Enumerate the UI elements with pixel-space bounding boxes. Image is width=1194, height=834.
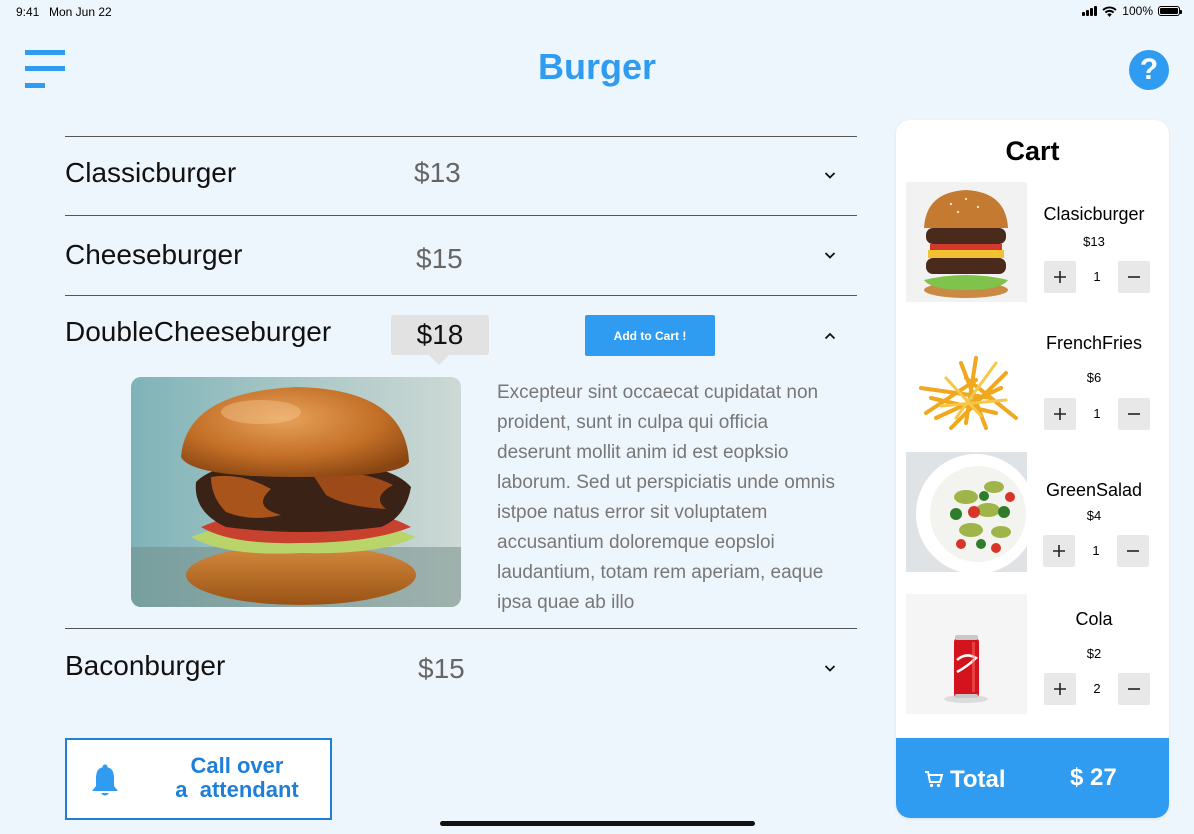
status-time: 9:41: [16, 5, 40, 19]
menu-item-name[interactable]: Classicburger: [65, 157, 236, 189]
help-icon[interactable]: ?: [1129, 50, 1169, 90]
plus-icon: [1054, 271, 1066, 283]
cart-item-quantity: 1: [1092, 543, 1100, 558]
cellular-signal-icon: [1082, 6, 1098, 16]
minus-icon: [1127, 550, 1139, 552]
menu-item-name[interactable]: Baconburger: [65, 650, 225, 682]
menu-item-price: $13: [414, 157, 461, 188]
bell-icon: [92, 764, 118, 796]
cart-item-quantity: 1: [1093, 269, 1101, 284]
decrease-quantity-button[interactable]: [1118, 398, 1150, 430]
price-bubble: $18: [391, 315, 489, 365]
chevron-down-icon[interactable]: [822, 660, 838, 676]
cart-item-price: $2: [1086, 646, 1102, 661]
divider: [65, 295, 857, 296]
divider: [65, 136, 857, 137]
chevron-down-icon[interactable]: [822, 247, 838, 263]
decrease-quantity-button[interactable]: [1118, 673, 1150, 705]
minus-icon: [1128, 276, 1140, 278]
cart-item-image: [906, 318, 1027, 438]
checkout-total-button[interactable]: Total $ 27: [896, 738, 1169, 818]
home-indicator: [440, 821, 755, 826]
status-date: Mon Jun 22: [49, 5, 112, 19]
cart-item-name: GreenSalad: [1045, 480, 1143, 500]
menu-item-name[interactable]: Cheeseburger: [65, 239, 242, 271]
chevron-up-icon[interactable]: [822, 328, 838, 344]
menu-item-price: $15: [416, 243, 463, 274]
divider: [65, 215, 857, 216]
cart-item-price: $4: [1086, 508, 1102, 523]
cart-item-image: [906, 452, 1027, 572]
decrease-quantity-button[interactable]: [1117, 535, 1149, 567]
page-title: Burger: [537, 46, 657, 87]
battery-icon: [1158, 6, 1182, 16]
increase-quantity-button[interactable]: [1044, 261, 1076, 293]
increase-quantity-button[interactable]: [1044, 673, 1076, 705]
status-indicators: 100%: [1082, 4, 1182, 18]
minus-icon: [1128, 413, 1140, 415]
plus-icon: [1054, 408, 1066, 420]
total-label: Total: [950, 766, 1006, 793]
divider: [65, 628, 857, 629]
plus-icon: [1053, 545, 1065, 557]
cart-item-quantity: 2: [1093, 681, 1101, 696]
cart-panel: Cart Clasicburger $13 1 FrenchFries $6 1…: [896, 120, 1169, 818]
cart-title: Cart: [1005, 136, 1060, 166]
cart-item-price: $13: [1083, 234, 1105, 249]
cart-item-name: Clasicburger: [1043, 204, 1145, 224]
cart-item-image: [906, 594, 1027, 714]
minus-icon: [1128, 688, 1140, 690]
wifi-icon: [1102, 5, 1117, 17]
menu-item-name[interactable]: DoubleCheeseburger: [65, 316, 331, 348]
total-value: $ 27: [1070, 764, 1117, 791]
cart-item-price: $6: [1086, 370, 1102, 385]
cart-item-quantity: 1: [1093, 406, 1101, 421]
menu-item-price: $15: [418, 653, 465, 684]
cart-item-name: Cola: [1075, 609, 1113, 629]
burger-photo: [131, 377, 461, 607]
chevron-down-icon[interactable]: [822, 167, 838, 183]
add-to-cart-button[interactable]: Add to Cart !: [585, 315, 715, 356]
cart-icon: [925, 771, 944, 788]
call-attendant-label: Call over a attendant: [175, 753, 299, 802]
increase-quantity-button[interactable]: [1043, 535, 1075, 567]
increase-quantity-button[interactable]: [1044, 398, 1076, 430]
plus-icon: [1054, 683, 1066, 695]
call-attendant-button[interactable]: Call over a attendant: [65, 738, 332, 820]
item-description: Excepteur sint occaecat cupidatat non pr…: [497, 382, 835, 613]
decrease-quantity-button[interactable]: [1118, 261, 1150, 293]
cart-item-name: FrenchFries: [1045, 333, 1143, 353]
cart-item-image: [906, 182, 1027, 302]
battery-percentage: 100%: [1122, 4, 1153, 18]
